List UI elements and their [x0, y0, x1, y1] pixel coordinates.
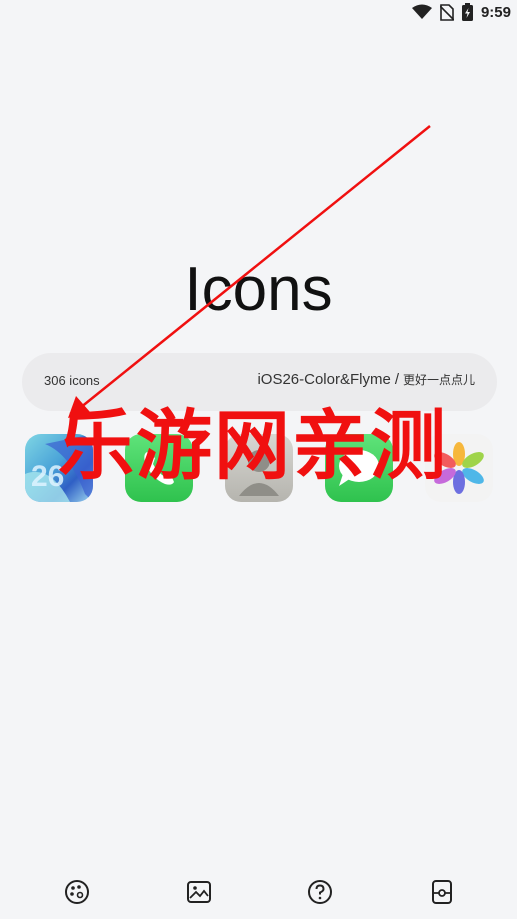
app-screen: 9:59 Icons 306 icons iOS26-Color&Flyme / 更… — [0, 0, 517, 919]
no-sim-icon — [439, 3, 454, 21]
help-icon[interactable] — [307, 879, 333, 905]
pack-name: iOS26-Color&Flyme / 更好一点点儿 — [257, 371, 475, 389]
wifi-icon — [411, 4, 432, 19]
palette-icon[interactable] — [64, 879, 90, 905]
pack-title: iOS26-Color&Flyme — [257, 371, 391, 388]
page-title: Icons — [184, 255, 333, 324]
status-bar: 9:59 — [0, 0, 517, 24]
status-icons: 9:59 — [411, 2, 511, 22]
widget-icon[interactable] — [429, 879, 455, 905]
pack-separator: / — [394, 371, 399, 388]
pack-author: 更好一点点儿 — [402, 373, 475, 387]
status-time: 9:59 — [480, 3, 511, 21]
battery-charging-icon — [461, 3, 473, 21]
bottom-nav — [0, 869, 517, 919]
watermark-text: 乐游网亲测 — [58, 401, 448, 490]
image-icon[interactable] — [186, 879, 212, 905]
icon-count: 306 icons — [44, 373, 100, 388]
